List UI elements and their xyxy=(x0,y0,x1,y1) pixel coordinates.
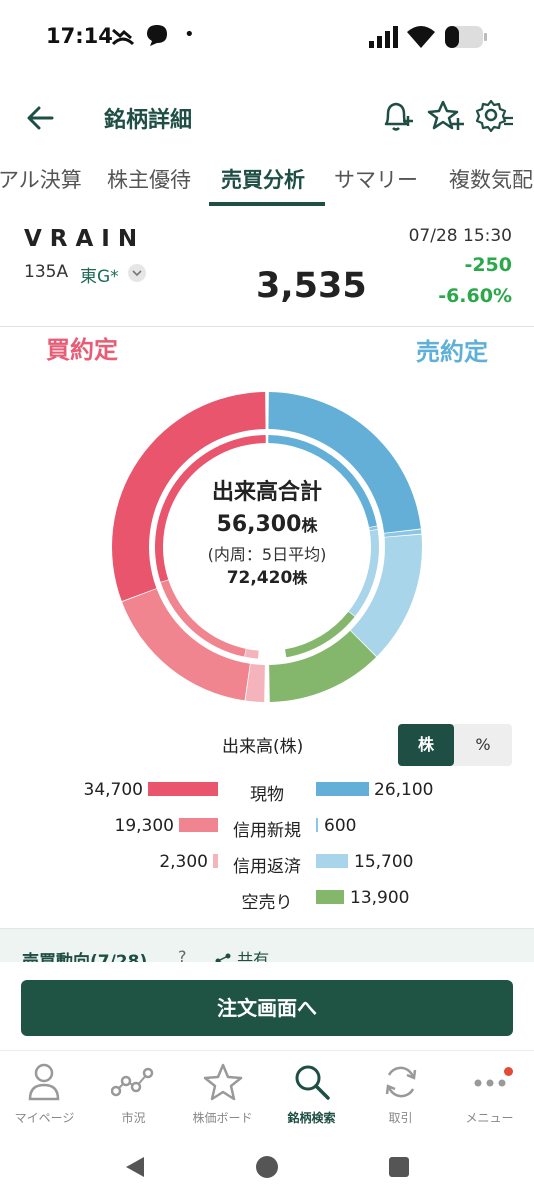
buy-value: 2,300 xyxy=(159,852,208,872)
status-bar: 17:14 • xyxy=(0,0,534,78)
sell-bar xyxy=(316,818,318,832)
total-volume-value: 56,300 xyxy=(216,512,302,537)
nav-label: 市況 xyxy=(121,1111,146,1125)
order-area: 注文画面へ xyxy=(0,962,534,1050)
legend-label: 空売り xyxy=(241,893,293,913)
inner-ring-note: (内周：5日平均) xyxy=(207,545,327,564)
chevron-down-icon[interactable] xyxy=(128,264,146,282)
sell-value: 26,100 xyxy=(374,780,434,800)
nav-label: 銘柄検索 xyxy=(287,1111,336,1125)
sell-value: 600 xyxy=(324,816,357,836)
donut-center: 出来高合計 56,300株 (内周：5日平均) 72,420株 xyxy=(142,474,392,588)
trade-trend-section: 売買動向(7/28) ? 共有 xyxy=(0,928,534,972)
person-icon xyxy=(28,1063,60,1101)
tab-trade-analysis[interactable]: 売買分析 xyxy=(221,164,305,194)
notification-dot: • xyxy=(184,24,195,45)
buy-bar xyxy=(179,818,218,832)
buy-bar xyxy=(213,854,218,868)
order-screen-button[interactable]: 注文画面へ xyxy=(21,980,513,1036)
chat-icon xyxy=(147,25,167,46)
tab-earnings[interactable]: アル決算 xyxy=(0,164,82,194)
refresh-icon xyxy=(385,1066,417,1098)
volume-title: 出来高(株) xyxy=(222,737,304,757)
nav-stock-board[interactable]: 株価ボード xyxy=(178,1051,267,1137)
bell-add-icon[interactable] xyxy=(378,96,418,136)
tab-order-book[interactable]: 複数気配 xyxy=(449,164,533,194)
sell-bar xyxy=(316,890,344,904)
status-time: 17:14 xyxy=(46,24,113,48)
stock-name: VRAIN xyxy=(24,226,146,252)
nav-label: メニュー xyxy=(465,1111,514,1125)
tab-shareholder-benefits[interactable]: 株主優待 xyxy=(107,164,191,194)
sell-value: 13,900 xyxy=(350,888,410,908)
inner-buy-slice xyxy=(244,648,259,659)
nav-menu[interactable]: メニュー xyxy=(445,1051,534,1137)
sell-value: 15,700 xyxy=(354,852,414,872)
total-volume-unit: 株 xyxy=(301,516,318,535)
legend-label: 信用返済 xyxy=(233,857,301,877)
nav-market[interactable]: 市況 xyxy=(89,1051,178,1137)
star-add-icon[interactable] xyxy=(426,96,466,136)
legend-label: 信用新規 xyxy=(233,821,301,841)
avg-volume-unit: 株 xyxy=(292,569,308,587)
avg-volume-value: 72,420 xyxy=(226,568,293,588)
tab-summary[interactable]: サマリー xyxy=(334,164,418,194)
search-icon xyxy=(295,1065,330,1100)
nav-trade[interactable]: 取引 xyxy=(356,1051,445,1137)
wifi-icon xyxy=(407,26,435,48)
buy-trades-label: 買約定 xyxy=(46,336,118,364)
buy-bar xyxy=(148,782,218,796)
center-title: 出来高合計 xyxy=(211,480,322,505)
toggle-shares-button[interactable]: 株 xyxy=(398,724,454,766)
sell-bar xyxy=(316,782,369,796)
market-selector[interactable]: 東G* xyxy=(80,262,119,287)
price-change: -250 xyxy=(464,254,512,276)
signal-icon xyxy=(369,26,398,48)
toggle-percent-button[interactable]: % xyxy=(454,724,512,766)
back-triangle-icon[interactable] xyxy=(122,1154,148,1180)
buy-value: 34,700 xyxy=(83,780,143,800)
sell-trades-label: 売約定 xyxy=(416,338,488,366)
nav-stock-search[interactable]: 銘柄検索 xyxy=(267,1051,356,1137)
divider xyxy=(0,326,534,327)
star-icon xyxy=(203,1063,243,1101)
back-arrow-icon[interactable] xyxy=(22,100,58,136)
market-chart-icon xyxy=(111,1067,154,1097)
bottom-nav: マイページ 市況 株価ボード 銘柄検索 取引 メニュー xyxy=(0,1050,534,1136)
settings-gear-icon[interactable] xyxy=(474,96,514,136)
legend-label: 現物 xyxy=(250,785,284,805)
nav-label: 株価ボード xyxy=(192,1111,253,1125)
price-change-percent: -6.60% xyxy=(438,285,512,307)
buy-value: 19,300 xyxy=(114,816,174,836)
page-title: 銘柄詳細 xyxy=(104,108,193,133)
battery-icon xyxy=(445,26,487,48)
price-timestamp: 07/28 15:30 xyxy=(408,226,512,246)
active-tab-indicator xyxy=(209,202,325,206)
tab-bar: アル決算 株主優待 売買分析 サマリー 複数気配 xyxy=(0,154,534,210)
avg-volume: 72,420株 xyxy=(142,567,392,588)
stock-price: 3,535 xyxy=(256,266,367,306)
unit-toggle: 株 % xyxy=(398,724,512,766)
nav-label: 取引 xyxy=(388,1111,413,1125)
missed-call-icon xyxy=(111,28,135,46)
total-volume: 56,300株 xyxy=(142,512,392,537)
system-nav-bar xyxy=(0,1136,534,1200)
nav-mypage[interactable]: マイページ xyxy=(0,1051,89,1137)
stock-code: 135A xyxy=(24,262,69,282)
app-header: 銘柄詳細 xyxy=(0,78,534,154)
nav-label: マイページ xyxy=(14,1111,75,1125)
recents-square-icon[interactable] xyxy=(386,1154,412,1180)
menu-badge-dot xyxy=(504,1067,513,1076)
sell-bar xyxy=(316,854,348,868)
home-circle-icon[interactable] xyxy=(254,1154,280,1180)
